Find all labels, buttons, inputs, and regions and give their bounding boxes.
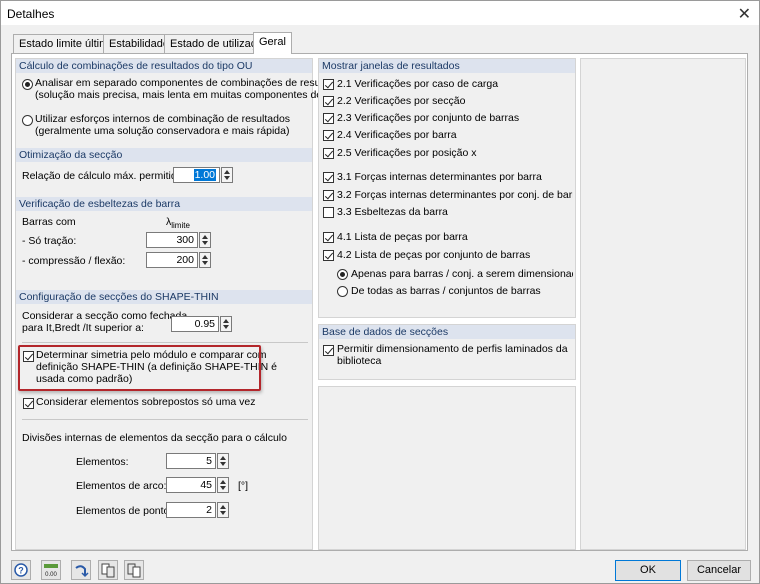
units-button[interactable]: 0.00 <box>41 560 61 580</box>
group-header-results: Mostrar janelas de resultados <box>319 59 575 73</box>
closed-section-ratio-spinner[interactable] <box>220 316 232 332</box>
result-3-3-checkbox[interactable] <box>323 207 334 218</box>
result-2-2-label: 2.2 Verificações por secção <box>337 95 466 107</box>
rolled-profiles-label-1: Permitir dimensionamento de perfis lamin… <box>337 343 568 355</box>
rolled-profiles-label-2: biblioteca <box>337 355 382 367</box>
bottom-bar: ? 0.00 OK Cancelar <box>1 555 759 583</box>
separator <box>22 419 308 420</box>
result-2-4-checkbox[interactable] <box>323 130 334 141</box>
closed-section-label-2: para It,Bredt /It superior a: <box>22 322 144 334</box>
tension-limit-spinner[interactable] <box>199 232 211 248</box>
group-header-shape-thin: Configuração de secções do SHAPE-THIN <box>16 290 312 304</box>
result-4-1-label: 4.1 Lista de peças por barra <box>337 231 468 243</box>
left-column: Cálculo de combinações de resultados do … <box>15 58 348 550</box>
compression-bending-label: - compressão / flexão: <box>22 255 126 267</box>
max-ratio-input[interactable]: 1.00 <box>173 167 220 183</box>
svg-text:0.00: 0.00 <box>45 572 57 578</box>
result-4-2-label: 4.2 Lista de peças por conjunto de barra… <box>337 249 531 261</box>
result-3-1-label: 3.1 Forças internas determinantes por ba… <box>337 171 542 183</box>
max-ratio-spinner[interactable] <box>221 167 233 183</box>
paste-settings-icon <box>127 563 141 578</box>
overlap-checkbox[interactable] <box>23 398 34 409</box>
closed-section-ratio-input[interactable]: 0.95 <box>171 316 219 332</box>
section-database-panel: Base de dados de secções Permitir dimens… <box>318 324 576 380</box>
undo-button[interactable] <box>71 560 91 580</box>
result-2-5-label: 2.5 Verificações por posição x <box>337 147 477 159</box>
elements-input[interactable]: 5 <box>166 453 216 469</box>
result-2-5-checkbox[interactable] <box>323 148 334 159</box>
radio-analyze-separately[interactable] <box>22 79 33 90</box>
tension-only-label: - Só tração: <box>22 235 77 247</box>
point-elements-spinner[interactable] <box>217 502 229 518</box>
group-header-optimization: Otimização da secção <box>16 148 312 162</box>
result-2-1-checkbox[interactable] <box>323 79 334 90</box>
overlap-label: Considerar elementos sobrepostos só uma … <box>36 396 256 408</box>
group-header-slenderness: Verificação de esbeltezas de barra <box>16 197 312 211</box>
separator <box>22 342 308 343</box>
paste-settings-button[interactable] <box>124 560 144 580</box>
elements-spinner[interactable] <box>217 453 229 469</box>
radio-use-internal-forces[interactable] <box>22 115 33 126</box>
radio-all-bars-label: De todas as barras / conjuntos de barras <box>351 285 541 297</box>
radio-all-bars[interactable] <box>337 286 348 297</box>
cancel-button[interactable]: Cancelar <box>687 560 751 581</box>
compression-limit-input[interactable]: 200 <box>146 252 198 268</box>
compression-limit-spinner[interactable] <box>199 252 211 268</box>
highlight-box <box>18 345 261 391</box>
group-header-section-db: Base de dados de secções <box>319 325 575 339</box>
radio-only-designed-bars[interactable] <box>337 269 348 280</box>
help-button[interactable]: ? <box>11 560 31 580</box>
result-2-3-label: 2.3 Verificações por conjunto de barras <box>337 112 520 124</box>
right-empty-panel <box>580 58 746 550</box>
tension-limit-input[interactable]: 300 <box>146 232 198 248</box>
arc-elements-label: Elementos de arco: <box>76 480 167 492</box>
radio-use-internal-forces-desc: (geralmente uma solução conservadora e m… <box>35 125 290 137</box>
copy-settings-icon <box>101 563 115 578</box>
max-ratio-label: Relação de cálculo máx. permitida: <box>22 170 186 182</box>
point-elements-input[interactable]: 2 <box>166 502 216 518</box>
elements-label: Elementos: <box>76 456 129 468</box>
radio-analyze-separately-desc: (solução mais precisa, mais lenta em mui… <box>35 89 323 101</box>
result-3-2-checkbox[interactable] <box>323 190 334 201</box>
result-2-4-label: 2.4 Verificações por barra <box>337 129 457 141</box>
empty-panel <box>318 386 576 550</box>
arc-unit-label: [°] <box>238 480 249 492</box>
result-4-2-checkbox[interactable] <box>323 250 334 261</box>
closed-section-label: Considerar a secção como fechada <box>22 310 188 322</box>
result-3-2-label: 3.2 Forças internas determinantes por co… <box>337 189 573 201</box>
divisions-title: Divisões internas de elementos da secção… <box>22 432 287 444</box>
details-dialog: Detalhes ✕ Estado limite último Estabili… <box>0 0 760 584</box>
point-elements-label: Elementos de ponto: <box>76 505 173 517</box>
group-header-ou: Cálculo de combinações de resultados do … <box>16 59 312 73</box>
results-windows-panel: Mostrar janelas de resultados 2.1 Verifi… <box>318 58 576 318</box>
result-3-3-label: 3.3 Esbeltezas da barra <box>337 206 448 218</box>
ok-button[interactable]: OK <box>615 560 681 581</box>
units-icon: 0.00 <box>44 564 58 578</box>
radio-analyze-separately-label: Analisar em separado componentes de comb… <box>35 77 349 89</box>
result-2-2-checkbox[interactable] <box>323 96 334 107</box>
undo-arrow-icon <box>75 565 89 578</box>
result-3-1-checkbox[interactable] <box>323 172 334 183</box>
rolled-profiles-checkbox[interactable] <box>323 345 334 356</box>
result-4-1-checkbox[interactable] <box>323 232 334 243</box>
title-bar: Detalhes ✕ <box>1 1 759 25</box>
lambda-limit-header: λlimite <box>166 216 190 231</box>
tab-page-general: Cálculo de combinações de resultados do … <box>11 53 748 551</box>
bars-with-label: Barras com <box>22 216 76 228</box>
tab-general[interactable]: Geral <box>253 32 292 54</box>
close-icon[interactable]: ✕ <box>738 4 751 24</box>
radio-only-designed-bars-label: Apenas para barras / conj. a serem dimen… <box>351 268 573 280</box>
svg-text:?: ? <box>18 566 24 576</box>
arc-elements-spinner[interactable] <box>217 477 229 493</box>
radio-use-internal-forces-label: Utilizar esforços internos de combinação… <box>35 113 291 125</box>
result-2-3-checkbox[interactable] <box>323 113 334 124</box>
result-2-1-label: 2.1 Verificações por caso de carga <box>337 78 499 90</box>
help-icon: ? <box>14 563 28 577</box>
arc-elements-input[interactable]: 45 <box>166 477 216 493</box>
copy-settings-button[interactable] <box>98 560 118 580</box>
window-title: Detalhes <box>7 7 55 21</box>
dialog-client: Estado limite último Estabilidade Estado… <box>1 25 759 583</box>
